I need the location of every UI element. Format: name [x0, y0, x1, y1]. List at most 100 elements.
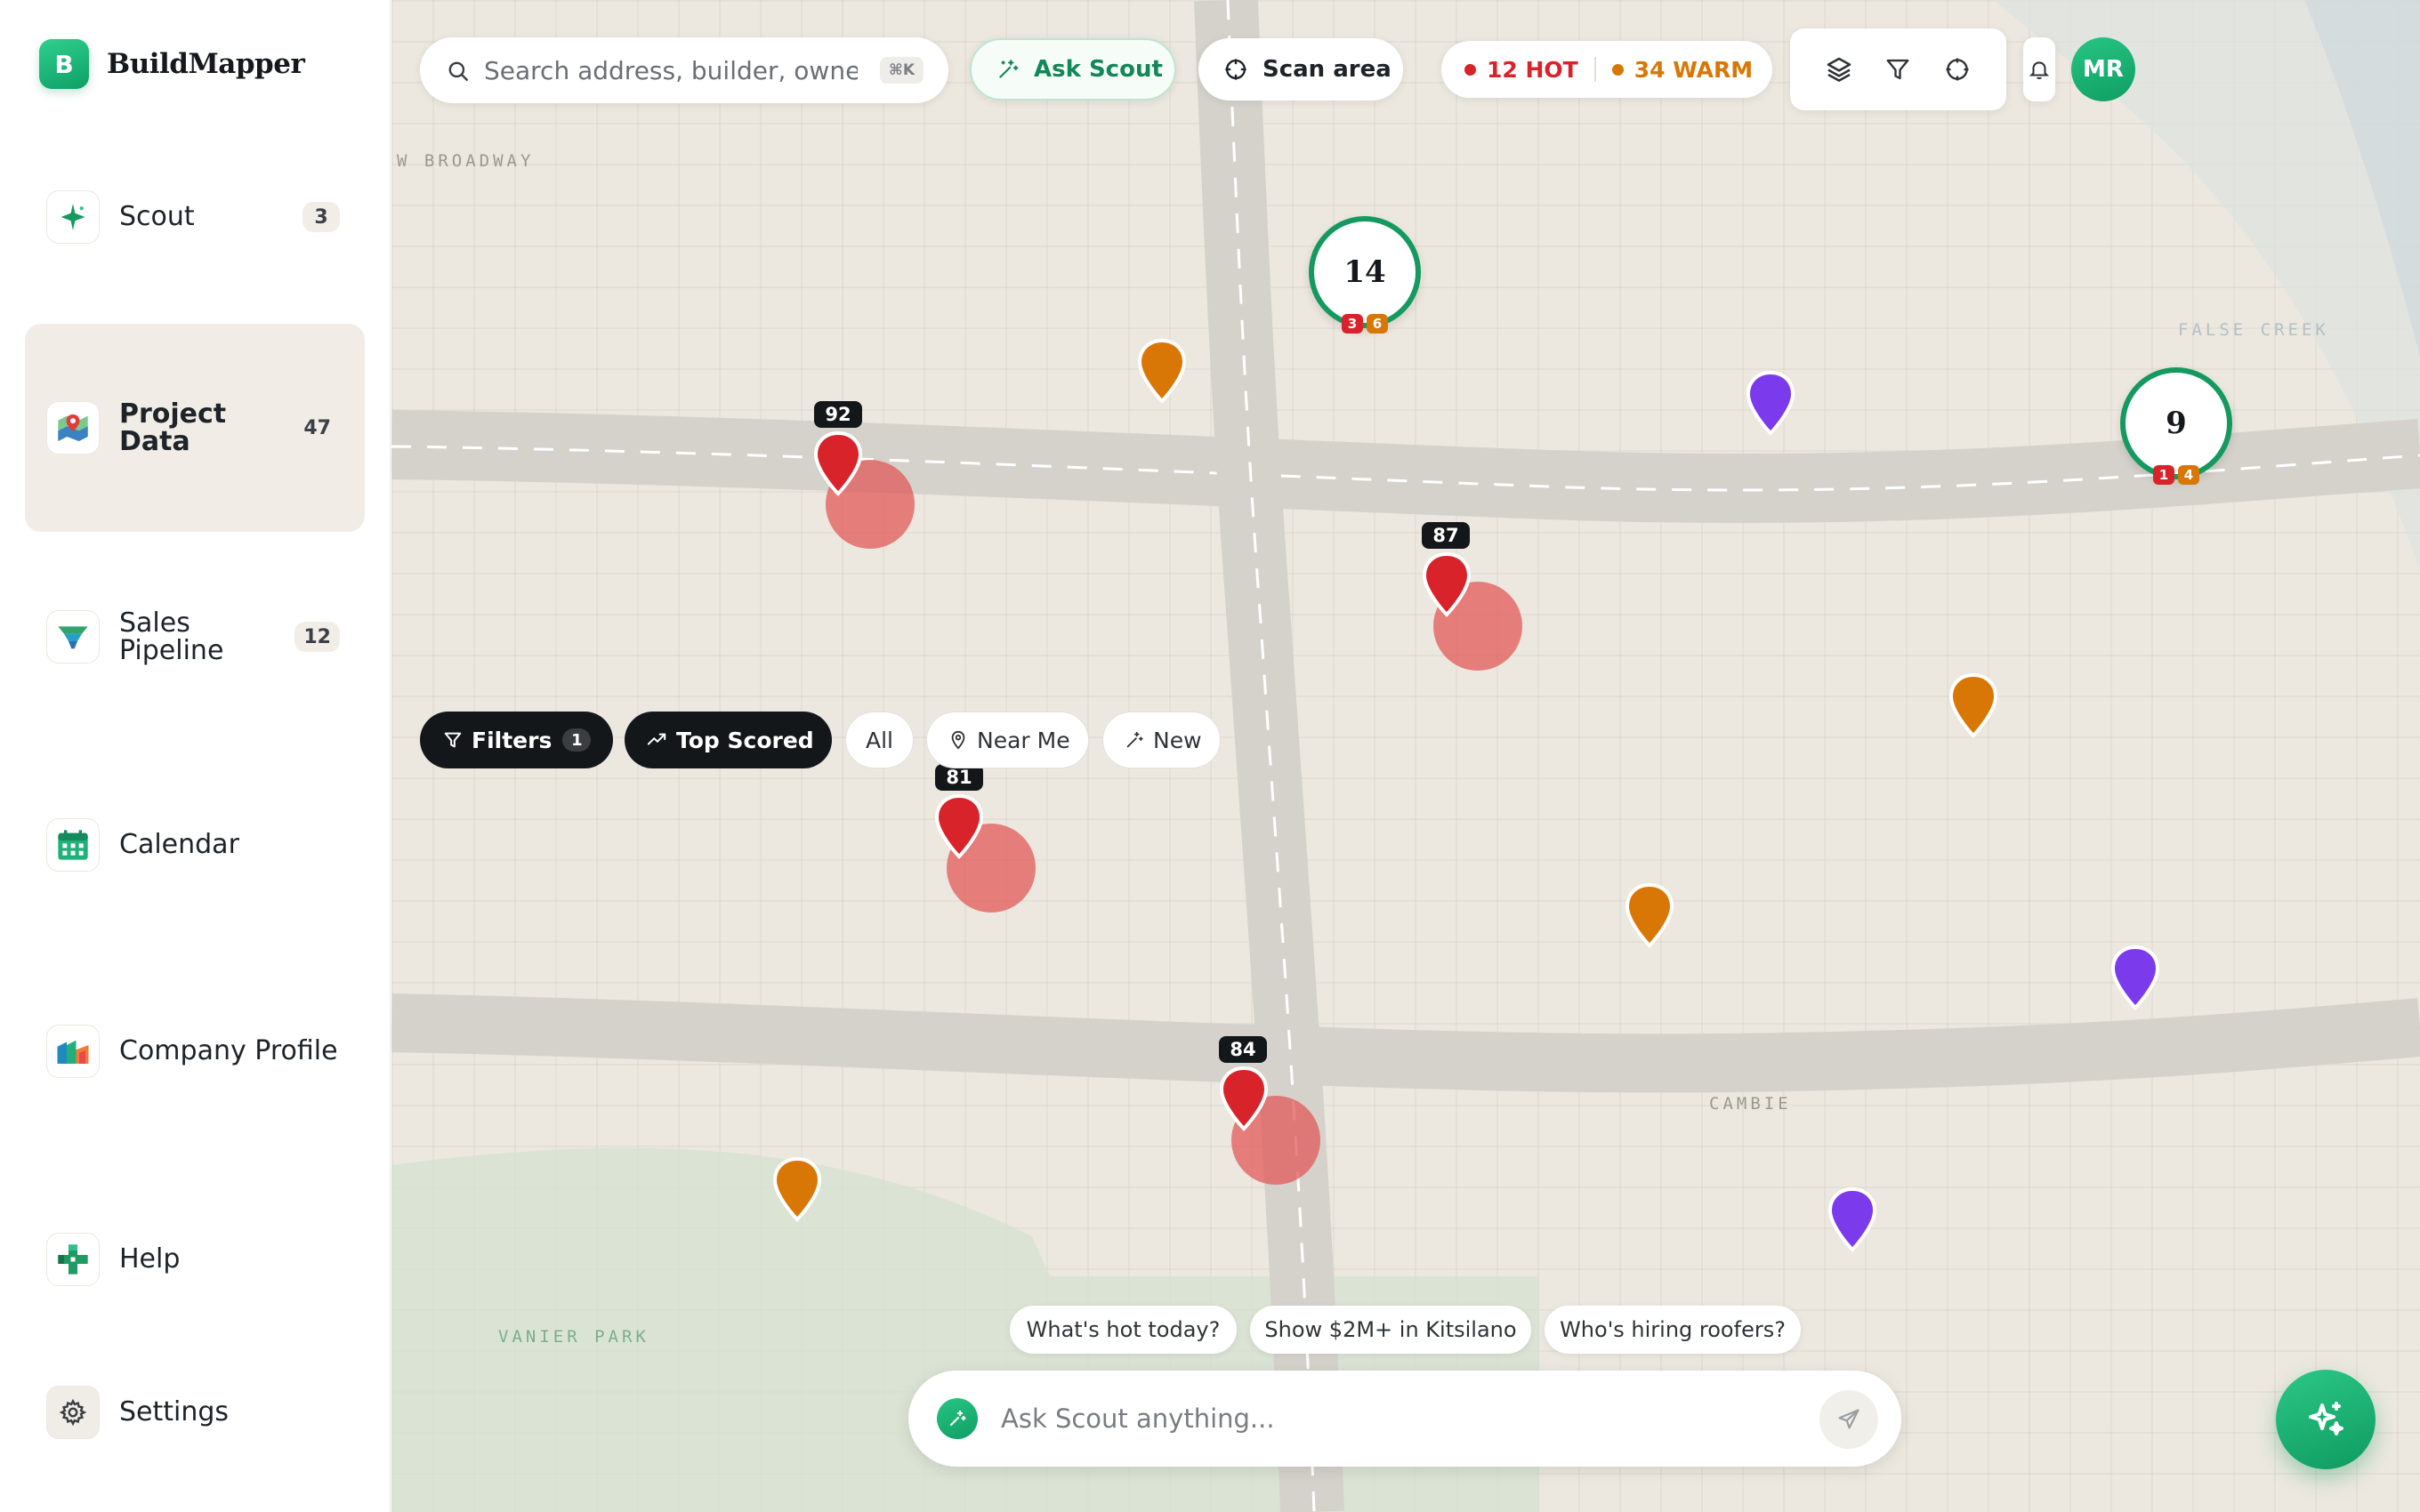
cluster-hot-count: 3 [1342, 314, 1363, 334]
notifications-button[interactable] [2023, 37, 2055, 101]
hot-lead-pin[interactable] [1421, 551, 1472, 619]
map-tools [1790, 28, 2006, 110]
filter-icon [444, 732, 462, 748]
lead-score-badge: 87 [1422, 522, 1470, 549]
scout-logo-icon [937, 1398, 978, 1439]
sidebar: B BuildMapper Scout 3 Project Data 47 Sa… [0, 0, 391, 1512]
hot-lead-pin[interactable] [1218, 1066, 1270, 1133]
trending-up-icon [647, 733, 666, 745]
filters-chip[interactable]: Filters 1 [420, 712, 613, 768]
sidebar-item-settings[interactable]: Settings [25, 1371, 365, 1453]
warm-count: 34 WARM [1634, 56, 1754, 83]
hot-count: 12 HOT [1487, 56, 1578, 83]
all-label: All [866, 727, 893, 753]
filters-label: Filters [472, 727, 553, 753]
sidebar-item-calendar[interactable]: Calendar [25, 804, 365, 886]
suggestion-chip[interactable]: Who's hiring roofers? [1545, 1306, 1801, 1354]
warm-lead-pin[interactable] [1136, 338, 1188, 406]
layers-button[interactable] [1818, 48, 1860, 91]
lead-score-badge: 84 [1219, 1036, 1267, 1063]
warm-lead-pin[interactable] [771, 1156, 823, 1224]
sparkle-wand-icon [1126, 731, 1143, 748]
funnel-icon [46, 610, 100, 664]
top-scored-chip[interactable]: Top Scored [625, 712, 832, 768]
locate-icon [1946, 58, 1969, 81]
sidebar-item-badge: 47 [303, 416, 331, 439]
new-lead-pin[interactable] [1827, 1186, 1878, 1254]
lead-status-summary[interactable]: 12 HOT 34 WARM [1441, 41, 1772, 98]
cluster-warm-count: 4 [2178, 465, 2199, 485]
ask-scout-button[interactable]: Ask Scout [970, 38, 1176, 101]
brand-logo: B [39, 39, 89, 89]
hot-dot [1464, 63, 1476, 76]
map-label-false-creek: FALSE CREEK [2178, 320, 2329, 340]
sidebar-item-badge: 3 [302, 202, 340, 232]
sidebar-item-label: Company Profile [119, 1035, 338, 1067]
sidebar-item-label: Settings [119, 1396, 230, 1428]
sidebar-item-label: Help [119, 1243, 181, 1275]
map-label-cambie: CAMBIE [1709, 1094, 1792, 1114]
ask-scout-label: Ask Scout [1034, 56, 1163, 83]
search-input[interactable] [484, 53, 858, 87]
send-icon [1838, 1409, 1859, 1429]
cluster-count: 14 [1343, 254, 1386, 290]
suggestion-chip[interactable]: Show $2M+ in Kitsilano [1250, 1306, 1531, 1354]
avatar[interactable]: MR [2071, 37, 2135, 101]
sidebar-item-scout[interactable]: Scout 3 [25, 176, 365, 258]
warm-lead-pin[interactable] [1948, 672, 1999, 740]
sidebar-item-label: Scout [119, 201, 195, 233]
filter-button[interactable] [1876, 48, 1919, 91]
suggestion-chip[interactable]: What's hot today? [1010, 1306, 1237, 1354]
scan-area-button[interactable]: Scan area [1198, 38, 1403, 101]
warm-lead-pin[interactable] [1624, 882, 1675, 950]
brand[interactable]: B BuildMapper [39, 39, 305, 89]
new-lead-pin[interactable] [2109, 945, 2161, 1012]
hot-lead-pin[interactable] [933, 793, 985, 861]
sparkle-icon [46, 190, 100, 244]
new-chip[interactable]: New [1102, 712, 1221, 768]
filters-count-badge: 1 [562, 728, 592, 752]
search-icon [448, 61, 468, 81]
scout-fab-button[interactable] [2276, 1370, 2376, 1469]
map-label-vanier-park: VANIER PARK [498, 1327, 649, 1347]
sidebar-item-help[interactable]: Help [25, 1218, 365, 1300]
ask-scout-input[interactable] [1001, 1397, 1784, 1440]
all-chip[interactable]: All [845, 712, 914, 768]
send-button[interactable] [1819, 1390, 1878, 1449]
near-me-label: Near Me [977, 727, 1070, 753]
sparkle-wand-icon [996, 58, 1020, 81]
warm-dot [1611, 63, 1624, 76]
help-icon [46, 1233, 100, 1286]
sidebar-item-label: Sales Pipeline [119, 607, 224, 666]
cluster-breakdown: 1 4 [2153, 465, 2199, 485]
scan-area-label: Scan area [1262, 56, 1392, 83]
layers-icon [1827, 57, 1851, 82]
calendar-icon [46, 818, 100, 872]
cluster-warm-count: 6 [1367, 314, 1388, 334]
search-bar: ⌘K [420, 37, 948, 103]
brand-name: BuildMapper [107, 48, 305, 80]
near-me-chip[interactable]: Near Me [926, 712, 1089, 768]
new-label: New [1153, 727, 1202, 753]
sidebar-item-project-data[interactable]: Project Data 47 [25, 324, 365, 532]
cluster-breakdown: 3 6 [1342, 314, 1388, 334]
sidebar-item-company-profile[interactable]: Company Profile [25, 1010, 365, 1092]
locate-button[interactable] [1936, 48, 1979, 91]
filter-icon [1887, 59, 1909, 80]
bell-icon [2029, 61, 2050, 80]
search-shortcut: ⌘K [880, 57, 924, 84]
ask-scout-bar [908, 1371, 1901, 1467]
map-label-broadway: W BROADWAY [397, 151, 535, 171]
hot-lead-pin[interactable] [812, 430, 864, 498]
map-pin-icon [46, 401, 100, 454]
map-cluster[interactable]: 14 3 6 [1309, 216, 1421, 334]
gear-icon [46, 1386, 100, 1439]
location-pin-icon [951, 730, 965, 750]
sidebar-item-sales-pipeline[interactable]: Sales Pipeline 12 [25, 596, 365, 678]
crosshair-icon [1223, 57, 1248, 82]
new-lead-pin[interactable] [1745, 370, 1796, 438]
sidebar-item-label: Calendar [119, 829, 239, 861]
map-cluster[interactable]: 9 1 4 [2120, 367, 2232, 485]
magic-sparkle-icon [2309, 1402, 2343, 1436]
top-scored-label: Top Scored [676, 727, 814, 753]
